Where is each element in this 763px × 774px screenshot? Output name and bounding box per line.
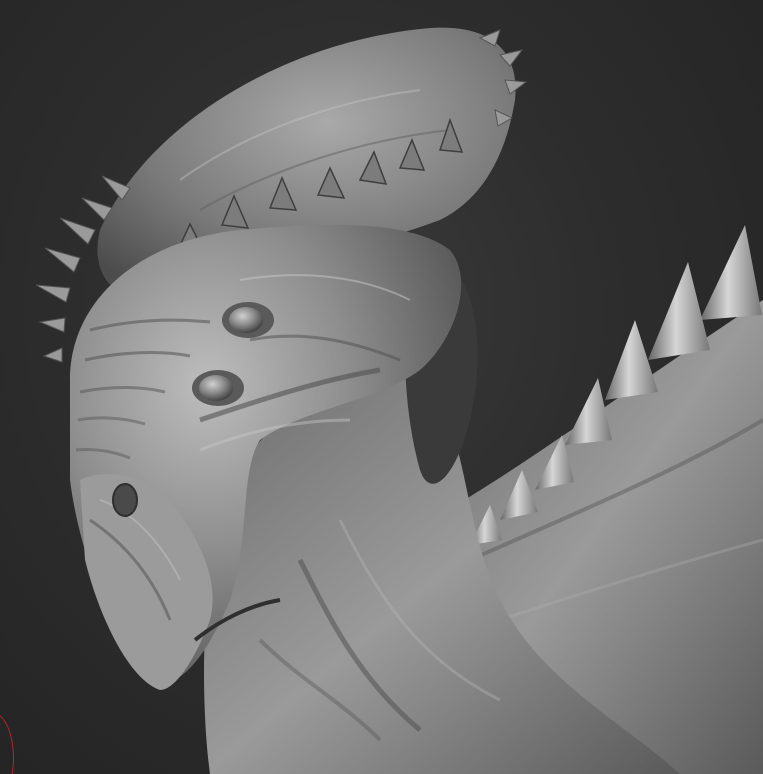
eye-upper — [222, 302, 274, 338]
eye-lower — [192, 370, 244, 406]
creature-head-sculpt — [35, 27, 763, 774]
sculpt-viewport[interactable] — [0, 0, 763, 774]
nostril — [112, 483, 138, 517]
